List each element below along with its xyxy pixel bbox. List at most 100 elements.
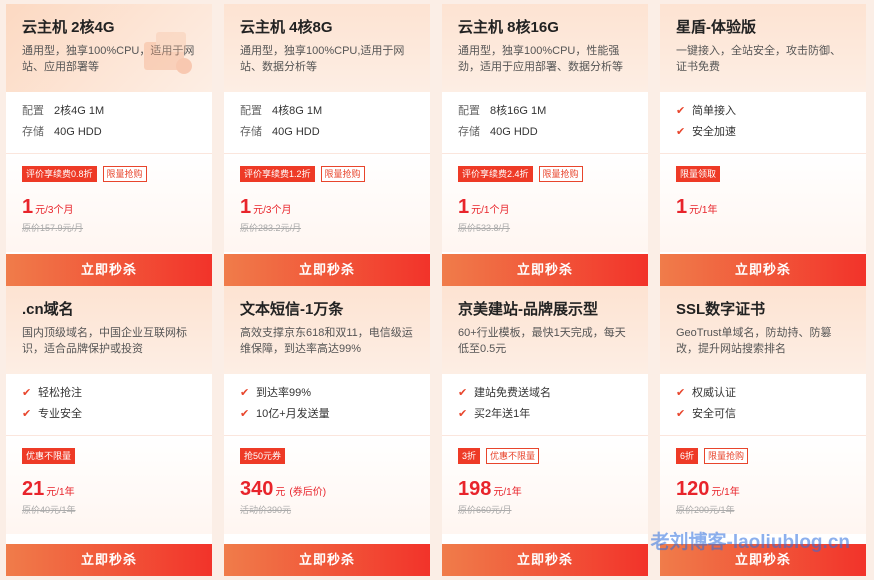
flash-sale-button[interactable]: 立即秒杀 bbox=[442, 544, 648, 576]
product-card-cloud-4c8g[interactable]: 云主机 4核8G 通用型，独享100%CPU,适用于网站、数据分析等 配置 4核8… bbox=[224, 4, 430, 286]
price-area: 评价享续费0.8折 限量抢购 1 元/3个月 原价157.9元/月 bbox=[6, 154, 212, 252]
card-description: 高效支撑京东618和双11，电信级运维保障，到达率高达99% bbox=[240, 327, 413, 355]
price-number: 340 bbox=[240, 478, 274, 500]
promo-tag: 抢50元券 bbox=[240, 448, 286, 464]
price-area: 6折 限量抢购 120 元/1年 原价200元/1年 bbox=[660, 436, 866, 534]
spec-row: 配置 4核8G 1M bbox=[240, 101, 414, 122]
price-unit: 元/3个月 bbox=[253, 205, 292, 216]
price-unit: 元/1个月 bbox=[471, 205, 510, 216]
spec-row: 存储 40G HDD bbox=[240, 122, 414, 143]
product-card-website-builder[interactable]: 京美建站-品牌展示型 60+行业模板，最快1天完成，每天低至0.5元 ✔ 建站免费… bbox=[442, 286, 648, 576]
card-title: 云主机 4核8G bbox=[240, 19, 333, 36]
card-description: 国内顶级域名，中国企业互联网标识，适合品牌保护或投资 bbox=[22, 327, 187, 355]
original-price: 原价533.8/月 bbox=[458, 223, 511, 233]
flash-sale-button[interactable]: 立即秒杀 bbox=[224, 254, 430, 286]
feature-text: 安全加速 bbox=[692, 126, 736, 138]
card-features: ✔ 简单接入 ✔ 安全加速 bbox=[660, 92, 866, 154]
card-title: 星盾-体验版 bbox=[676, 19, 756, 36]
card-header: SSL数字证书 GeoTrust单域名，防劫持、防篡改，提升网站搜索排名 bbox=[660, 286, 866, 374]
price-area: 评价享续费2.4折 限量抢购 1 元/1个月 原价533.8/月 bbox=[442, 154, 648, 252]
feature-row: ✔ 建站免费送域名 bbox=[458, 383, 632, 404]
product-card-cloud-8c16g[interactable]: 云主机 8核16G 通用型，独享100%CPU，性能强劲，适用于应用部署、数据分… bbox=[442, 4, 648, 286]
card-header: 京美建站-品牌展示型 60+行业模板，最快1天完成，每天低至0.5元 bbox=[442, 286, 648, 374]
check-icon: ✔ bbox=[458, 408, 468, 420]
price-area: 3折 优惠不限量 198 元/1年 原价660元/月 bbox=[442, 436, 648, 534]
card-title: 云主机 8核16G bbox=[458, 19, 559, 36]
flash-sale-button[interactable]: 立即秒杀 bbox=[660, 254, 866, 286]
original-price: 原价40元/1年 bbox=[22, 505, 76, 515]
product-card-cloud-2c4g[interactable]: 云主机 2核4G 通用型，独享100%CPU，适用于网站、应用部署等 配置 2核4… bbox=[6, 4, 212, 286]
card-features: ✔ 建站免费送域名 ✔ 买2年送1年 bbox=[442, 374, 648, 436]
price-area: 评价享续费1.2折 限量抢购 1 元/3个月 原价283.2元/月 bbox=[224, 154, 430, 252]
price: 120 元/1年 bbox=[676, 478, 850, 500]
spec-row: 存储 40G HDD bbox=[458, 122, 632, 143]
price-area: 抢50元券 340 元 (券后价) 活动价390元 bbox=[224, 436, 430, 534]
original-price: 原价660元/月 bbox=[458, 505, 512, 515]
feature-text: 建站免费送域名 bbox=[474, 387, 551, 399]
original-price: 原价157.9元/月 bbox=[22, 223, 84, 233]
card-header: 星盾-体验版 一键接入，全站安全，攻击防御、证书免费 bbox=[660, 4, 866, 92]
price: 1 元/3个月 bbox=[240, 196, 414, 218]
promo-tag: 限量抢购 bbox=[320, 166, 365, 182]
tag-list: 评价享续费0.8折 限量抢购 bbox=[22, 166, 196, 182]
promo-tag: 限量抢购 bbox=[704, 448, 749, 464]
card-title: SSL数字证书 bbox=[676, 301, 766, 318]
price: 340 元 (券后价) bbox=[240, 478, 414, 500]
card-description: GeoTrust单域名，防劫持、防篡改，提升网站搜索排名 bbox=[676, 327, 832, 355]
price-unit: 元/1年 bbox=[711, 487, 740, 498]
check-icon: ✔ bbox=[22, 408, 32, 420]
product-card-starshield[interactable]: 星盾-体验版 一键接入，全站安全，攻击防御、证书免费 ✔ 简单接入 ✔ 安全加速 限… bbox=[660, 4, 866, 286]
promo-tag: 评价享续费1.2折 bbox=[240, 166, 315, 182]
price-area: 优惠不限量 21 元/1年 原价40元/1年 bbox=[6, 436, 212, 534]
product-card-sms[interactable]: 文本短信-1万条 高效支撑京东618和双11，电信级运维保障，到达率高达99% … bbox=[224, 286, 430, 576]
tag-list: 6折 限量抢购 bbox=[676, 448, 850, 464]
feature-row: ✔ 轻松抢注 bbox=[22, 383, 196, 404]
tag-list: 限量领取 bbox=[676, 166, 850, 182]
flash-sale-button[interactable]: 立即秒杀 bbox=[224, 544, 430, 576]
watermark: 老刘博客-laoliublog.cn bbox=[650, 532, 851, 553]
product-card-cn-domain[interactable]: .cn域名 国内顶级域名，中国企业互联网标识，适合品牌保护或投资 ✔ 轻松抢注 ✔… bbox=[6, 286, 212, 576]
feature-row: ✔ 专业安全 bbox=[22, 404, 196, 425]
original-price: 原价283.2元/月 bbox=[240, 223, 302, 233]
feature-text: 权威认证 bbox=[692, 387, 736, 399]
spec-key: 存储 bbox=[240, 126, 262, 138]
spec-row: 存储 40G HDD bbox=[22, 122, 196, 143]
price-number: 1 bbox=[458, 196, 470, 218]
promo-tag: 限量领取 bbox=[676, 166, 721, 182]
spec-key: 存储 bbox=[458, 126, 480, 138]
spec-key: 配置 bbox=[240, 105, 262, 117]
card-description: 一键接入，全站安全，攻击防御、证书免费 bbox=[676, 45, 841, 73]
check-icon: ✔ bbox=[676, 105, 686, 117]
check-icon: ✔ bbox=[240, 408, 250, 420]
flash-sale-button[interactable]: 立即秒杀 bbox=[6, 544, 212, 576]
tag-list: 评价享续费1.2折 限量抢购 bbox=[240, 166, 414, 182]
promo-tag: 优惠不限量 bbox=[486, 448, 540, 464]
product-grid: 云主机 2核4G 通用型，独享100%CPU，适用于网站、应用部署等 配置 2核4… bbox=[6, 4, 868, 576]
flash-sale-button[interactable]: 立即秒杀 bbox=[442, 254, 648, 286]
spec-key: 存储 bbox=[22, 126, 44, 138]
flash-sale-button[interactable]: 立即秒杀 bbox=[6, 254, 212, 286]
card-title: 京美建站-品牌展示型 bbox=[458, 301, 598, 318]
feature-row: ✔ 安全加速 bbox=[676, 122, 850, 143]
promo-tag: 限量抢购 bbox=[102, 166, 147, 182]
tag-list: 评价享续费2.4折 限量抢购 bbox=[458, 166, 632, 182]
check-icon: ✔ bbox=[240, 387, 250, 399]
price-number: 1 bbox=[22, 196, 34, 218]
feature-text: 到达率99% bbox=[256, 387, 312, 399]
feature-row: ✔ 买2年送1年 bbox=[458, 404, 632, 425]
card-features: ✔ 轻松抢注 ✔ 专业安全 bbox=[6, 374, 212, 436]
promo-tag: 优惠不限量 bbox=[22, 448, 76, 464]
feature-text: 买2年送1年 bbox=[474, 408, 531, 420]
card-features: ✔ 到达率99% ✔ 10亿+月发送量 bbox=[224, 374, 430, 436]
price: 1 元/1个月 bbox=[458, 196, 632, 218]
price-unit: 元/3个月 bbox=[35, 205, 74, 216]
card-features: ✔ 权威认证 ✔ 安全可信 bbox=[660, 374, 866, 436]
price: 198 元/1年 bbox=[458, 478, 632, 500]
feature-text: 专业安全 bbox=[38, 408, 82, 420]
feature-row: ✔ 权威认证 bbox=[676, 383, 850, 404]
price-number: 1 bbox=[240, 196, 252, 218]
spec-value: 40G HDD bbox=[54, 126, 102, 138]
feature-text: 安全可信 bbox=[692, 408, 736, 420]
price-unit: 元/1年 bbox=[689, 205, 718, 216]
price-unit: 元/1年 bbox=[46, 487, 75, 498]
